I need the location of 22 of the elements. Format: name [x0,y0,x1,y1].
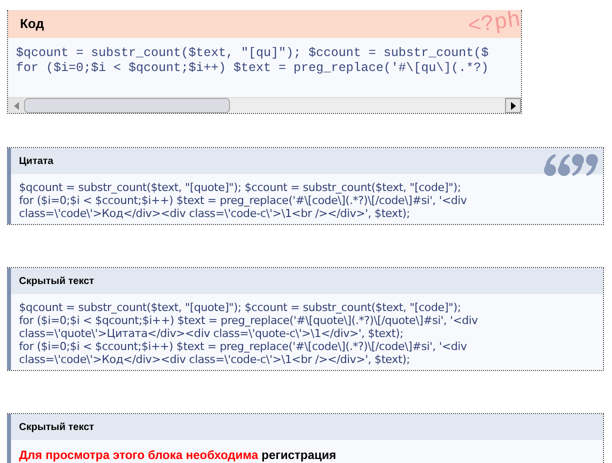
code-line: $qcount = substr_count($text, "[quote]"); $ccount = substr_count($text, "[code]"); [19,301,462,314]
code-line: class=\'code\'>Код</div><div class=\'code-c\'>\1<br /></div>', $text); [19,207,411,220]
block-title: Скрытый текст [19,420,94,434]
code-line: $qcount = substr_count($text, "[qu]"); $ccount = substr_count($ [16,46,490,61]
block-title: Скрытый текст [19,274,94,288]
quote-marks-icon [543,152,599,178]
code-line: for ($i=0;$i < $qcount;$i++) $text = preg_replace('#\[quote\](.*?)\[/quote\]#si', '<div [19,314,479,327]
scroll-left-icon[interactable] [8,98,24,113]
code-line: $qcount = substr_count($text, "[quote]"); $ccount = substr_count($text, "[code]"); [19,181,462,194]
code-line: for ($i=0;$i < $ccount;$i++) $text = preg_replace('#\[code\](.*?)\[/code\]#si', '<div [19,340,468,353]
notice-text: Для просмотра этого блока необходима [19,448,258,462]
register-link[interactable]: регистрация [261,448,336,462]
code-line: class=\'code\'>Код</div><div class=\'code-c\'>\1<br /></div>', $text); [19,353,411,366]
block-title: Код [20,15,44,34]
code-line: for ($i=0;$i < $qcount;$i++) $text = preg_replace('#\[qu\](.*?) [16,61,490,76]
scrollbar-thumb[interactable] [24,98,230,113]
code-line: class=\'quote\'>Цитата</div><div class=\'quote-c\'>\1</div>', $text); [19,327,404,340]
scroll-right-icon[interactable] [505,98,521,113]
block-title: Цитата [19,154,54,168]
horizontal-scrollbar[interactable] [8,97,521,113]
language-mark: <?ph [466,10,521,38]
code-line: for ($i=0;$i < $ccount;$i++) $text = preg_replace('#\[code\](.*?)\[/code\]#si', '<div [19,194,468,207]
